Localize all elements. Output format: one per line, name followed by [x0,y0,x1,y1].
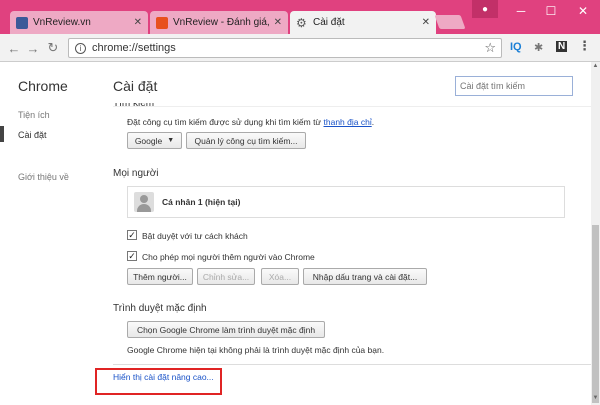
avatar [134,192,154,212]
facebook-icon [16,16,28,29]
divider [113,364,591,365]
manage-search-engines-button[interactable]: Quản lý công cụ tìm kiếm... [186,132,306,149]
tab-title: Cài đặt [313,17,345,28]
search-description: Đặt công cụ tìm kiếm được sử dụng khi tì… [127,117,374,127]
edit-person-button[interactable]: Chỉnh sửa... [197,268,255,285]
reload-button[interactable]: ↻ [44,39,62,57]
tab-vnreview[interactable]: VnReview - Đánh giá, tin ✕ [150,11,288,34]
search-engine-select[interactable]: Google ▼ [127,132,182,149]
active-indicator [0,126,4,142]
url-text: chrome://settings [92,42,176,54]
scroll-down-icon[interactable]: ▼ [591,395,600,404]
profile-menu-button[interactable]: ● [472,0,498,18]
search-desc-end: . [371,117,375,127]
import-bookmarks-button[interactable]: Nhập dấu trang và cài đặt... [303,268,427,285]
close-icon[interactable]: ✕ [134,17,142,28]
allow-add-person-label: Cho phép mọi người thêm người vào Chrome [142,252,315,262]
address-bar[interactable]: i chrome://settings ☆ [68,38,502,58]
sidebar-item-extensions[interactable]: Tiện ích [18,110,50,120]
vnreview-icon [156,16,168,29]
settings-search-input[interactable] [455,76,573,96]
tab-title: VnReview - Đánh giá, tin [173,17,270,28]
highlight-box [95,368,222,395]
iq-extension-icon[interactable]: IQ [510,41,522,53]
minimize-button[interactable]: ─ [506,0,536,22]
guest-browsing-checkbox[interactable]: ✓ [127,230,137,240]
search-engine-value: Google [134,135,163,146]
title-bar: VnReview.vn ✕ VnReview - Đánh giá, tin ✕… [0,0,600,34]
profile-name: Cá nhân 1 (hiện tại) [162,197,241,207]
back-button[interactable]: ← [5,39,23,57]
page-title: Cài đặt [113,78,158,94]
toolbar: ← → ↻ i chrome://settings ☆ IQ ✱ N ⋮ [0,34,600,62]
close-icon[interactable]: ✕ [274,17,282,28]
settings-main: Cài đặt Tìm kiếm Đặt công cụ tìm kiếm đư… [113,62,591,405]
divider [113,106,591,107]
add-person-button[interactable]: Thêm người... [127,268,193,285]
sidebar: Chrome Tiện ích Cài đặt Giới thiệu về [0,62,90,405]
delete-person-button[interactable]: Xóa... [261,268,299,285]
guest-browsing-label: Bật duyệt với tư cách khách [142,231,248,241]
info-icon[interactable]: i [75,42,86,54]
make-default-browser-button[interactable]: Chọn Google Chrome làm trình duyệt mặc đ… [127,321,325,338]
close-icon[interactable]: ✕ [422,17,430,28]
scroll-up-icon[interactable]: ▲ [591,63,600,72]
puzzle-extension-icon[interactable]: ✱ [534,41,543,54]
default-browser-status: Google Chrome hiện tại không phải là trì… [127,345,385,355]
people-section-heading: Mọi người [113,168,159,179]
n-extension-icon[interactable]: N [556,41,568,52]
search-desc-text: Đặt công cụ tìm kiếm được sử dụng khi tì… [127,117,322,127]
close-window-button[interactable]: ✕ [566,0,600,22]
sidebar-item-settings[interactable]: Cài đặt [18,130,47,140]
tab-title: VnReview.vn [33,17,91,28]
maximize-button[interactable]: ☐ [536,0,566,22]
menu-icon[interactable]: ⋮ [578,38,591,54]
address-bar-link[interactable]: thanh địa chỉ [324,117,372,127]
profile-list-item[interactable]: Cá nhân 1 (hiện tại) [127,186,565,218]
new-tab-button[interactable] [434,15,466,29]
tab-settings[interactable]: ⚙ Cài đặt ✕ [290,11,436,34]
sidebar-brand: Chrome [18,78,68,94]
scrollbar[interactable]: ▲ ▼ [591,62,600,405]
search-section-heading: Tìm kiếm [113,98,155,109]
star-icon[interactable]: ☆ [484,40,496,56]
tab-vnreview-facebook[interactable]: VnReview.vn ✕ [10,11,148,34]
person-icon: ● [481,3,489,15]
default-browser-heading: Trình duyệt mặc định [113,303,207,314]
chevron-down-icon: ▼ [167,137,175,144]
forward-button[interactable]: → [24,39,42,57]
scroll-thumb[interactable] [592,225,599,403]
sidebar-item-about[interactable]: Giới thiệu về [18,172,69,182]
gear-icon: ⚙ [296,15,307,30]
allow-add-person-checkbox[interactable]: ✓ [127,251,137,261]
